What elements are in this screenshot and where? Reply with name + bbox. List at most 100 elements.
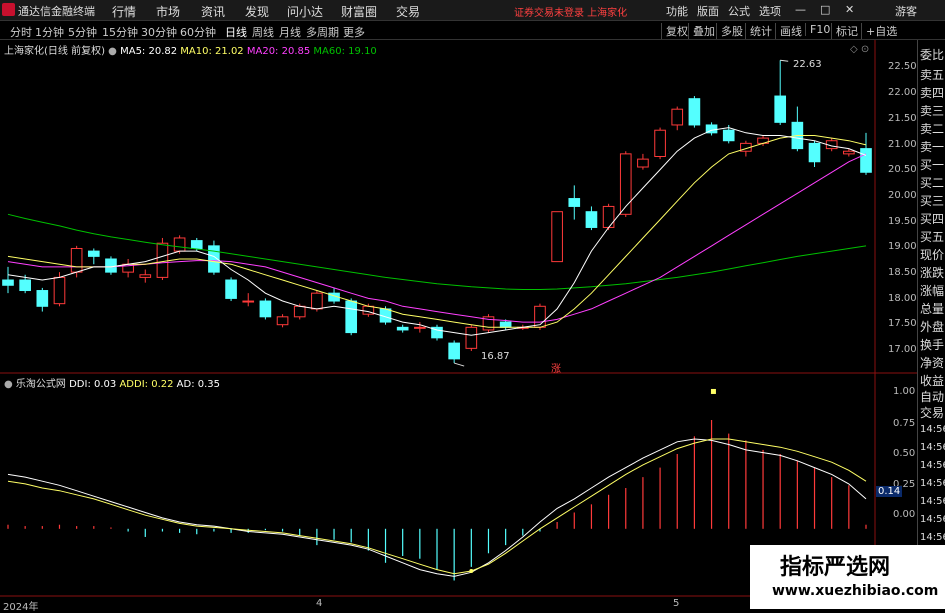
price-tick: 21.50 xyxy=(888,113,917,124)
main-chart-header: 上海家化(日线 前复权) ● MA5: 20.82 MA10: 21.02 MA… xyxy=(4,42,377,57)
price-tick: 22.00 xyxy=(888,87,917,98)
candle-body xyxy=(276,316,289,326)
watermark-url: www.xuezhibiao.com xyxy=(772,583,939,599)
main-chart-title: 上海家化(日线 前复权) xyxy=(4,46,105,57)
ma10-label: MA10: 21.02 xyxy=(180,46,244,57)
candle-body xyxy=(568,198,581,207)
signal-dot: ▪ xyxy=(710,386,717,397)
price-tick: 18.00 xyxy=(888,293,917,304)
panel-label: 涨跌 xyxy=(920,266,945,280)
price-tick: 21.00 xyxy=(888,139,917,150)
panel-label: 涨幅 xyxy=(920,284,945,298)
candle-body xyxy=(499,321,512,328)
watermark: 指标严选网 www.xuezhibiao.com xyxy=(750,545,945,609)
auto-trade-label[interactable]: 交易 xyxy=(920,404,944,421)
rise-marker: 涨 xyxy=(551,364,561,375)
tick-time: 14:56 xyxy=(920,442,945,453)
candle-body xyxy=(225,279,237,299)
ad-label: AD: 0.35 xyxy=(176,379,221,390)
sub-settings-dot-icon[interactable]: ● xyxy=(4,379,13,390)
candle-body xyxy=(414,326,426,329)
tick-time: 14:56 xyxy=(920,424,945,435)
candle-body xyxy=(293,305,306,318)
tick-time: 14:56 xyxy=(920,514,945,525)
panel-label: 委比 xyxy=(920,48,945,62)
candle-body xyxy=(53,276,66,305)
candle-body xyxy=(654,129,666,157)
candle-body xyxy=(156,242,169,278)
tick-time: 14:56 xyxy=(920,532,945,543)
candle-body xyxy=(345,300,358,334)
ma5-label: MA5: 20.82 xyxy=(120,46,178,57)
sub-chart-title: 乐淘公式网 xyxy=(15,379,66,390)
price-tick: 22.50 xyxy=(888,61,917,72)
candle-body xyxy=(139,274,152,278)
watermark-title: 指标严选网 xyxy=(780,555,891,580)
candle-body xyxy=(36,290,49,307)
panel-label: 总量 xyxy=(920,302,945,316)
candle-body xyxy=(637,158,649,168)
candle-body xyxy=(860,148,872,173)
panel-label: 买一 xyxy=(920,158,945,172)
panel-label: 卖一 xyxy=(920,140,945,154)
indicator-current-value: 0.14 xyxy=(876,486,903,497)
high-marker-line xyxy=(780,59,789,62)
price-tick: 20.00 xyxy=(888,190,917,201)
candle-body xyxy=(808,142,821,163)
panel-label: 卖三 xyxy=(920,104,945,118)
candle-body xyxy=(671,108,684,126)
candle-body xyxy=(19,279,31,292)
panel-label: 买三 xyxy=(920,194,945,208)
candle-body xyxy=(311,292,323,310)
panel-label: 换手 xyxy=(920,338,945,352)
candle-body xyxy=(105,258,117,273)
price-tick: 18.50 xyxy=(888,267,917,278)
candle-body xyxy=(602,205,615,228)
candle-body xyxy=(396,326,409,331)
panel-label: 卖四 xyxy=(920,86,945,100)
auto-trade-label[interactable]: 自动 xyxy=(920,388,944,405)
candle-body xyxy=(448,342,460,360)
candle-body xyxy=(722,129,735,142)
tick-time: 14:56 xyxy=(920,478,945,489)
tick-time: 14:56 xyxy=(920,460,945,471)
signal-dot xyxy=(469,568,474,573)
date-label: 4 xyxy=(316,598,323,609)
candle-body xyxy=(688,98,701,126)
candle-body xyxy=(190,240,203,249)
date-label: 5 xyxy=(673,598,680,609)
panel-label: 净资 xyxy=(920,356,945,370)
panel-label: 买二 xyxy=(920,176,945,190)
price-tick: 17.50 xyxy=(888,318,917,329)
addi-label: ADDI: 0.22 xyxy=(119,379,174,390)
price-tick: 19.50 xyxy=(888,216,917,227)
panel-label: 卖二 xyxy=(920,122,945,136)
indicator-tick: 0.00 xyxy=(893,509,916,520)
ma20-label: MA20: 20.85 xyxy=(246,46,311,57)
ma5-line xyxy=(7,127,867,336)
panel-label: 买四 xyxy=(920,212,945,226)
candle-body xyxy=(774,95,787,123)
panel-label: 买五 xyxy=(920,230,945,244)
candle-body xyxy=(259,300,272,318)
quote-side-panel: 委比 卖五 卖四 卖三 卖二 卖一 买一 买二 买三 买四 买五 现价 涨跌 涨… xyxy=(917,40,945,609)
low-price-label: 16.87 xyxy=(481,351,510,362)
date-label: 2024年 xyxy=(3,602,39,613)
price-tick: 19.00 xyxy=(888,241,917,252)
ma60-label: MA60: 19.10 xyxy=(313,46,377,57)
settings-dot-icon[interactable]: ● xyxy=(108,46,117,57)
candle-body xyxy=(173,237,186,252)
ma60-line xyxy=(7,213,867,290)
candle-body xyxy=(2,279,14,286)
candle-body xyxy=(87,250,100,257)
kline-chart[interactable] xyxy=(0,0,945,609)
candle-body xyxy=(619,153,632,215)
tick-time: 14:56 xyxy=(920,496,945,507)
ma20-line xyxy=(7,153,867,323)
indicator-tick: 0.75 xyxy=(893,418,916,429)
high-price-label: 22.63 xyxy=(793,59,822,70)
panel-label: 现价 xyxy=(920,248,945,262)
collapse-icons[interactable]: ◇ ⊙ xyxy=(850,44,869,55)
ddi-label: DDI: 0.03 xyxy=(69,379,117,390)
panel-label: 卖五 xyxy=(920,68,945,82)
